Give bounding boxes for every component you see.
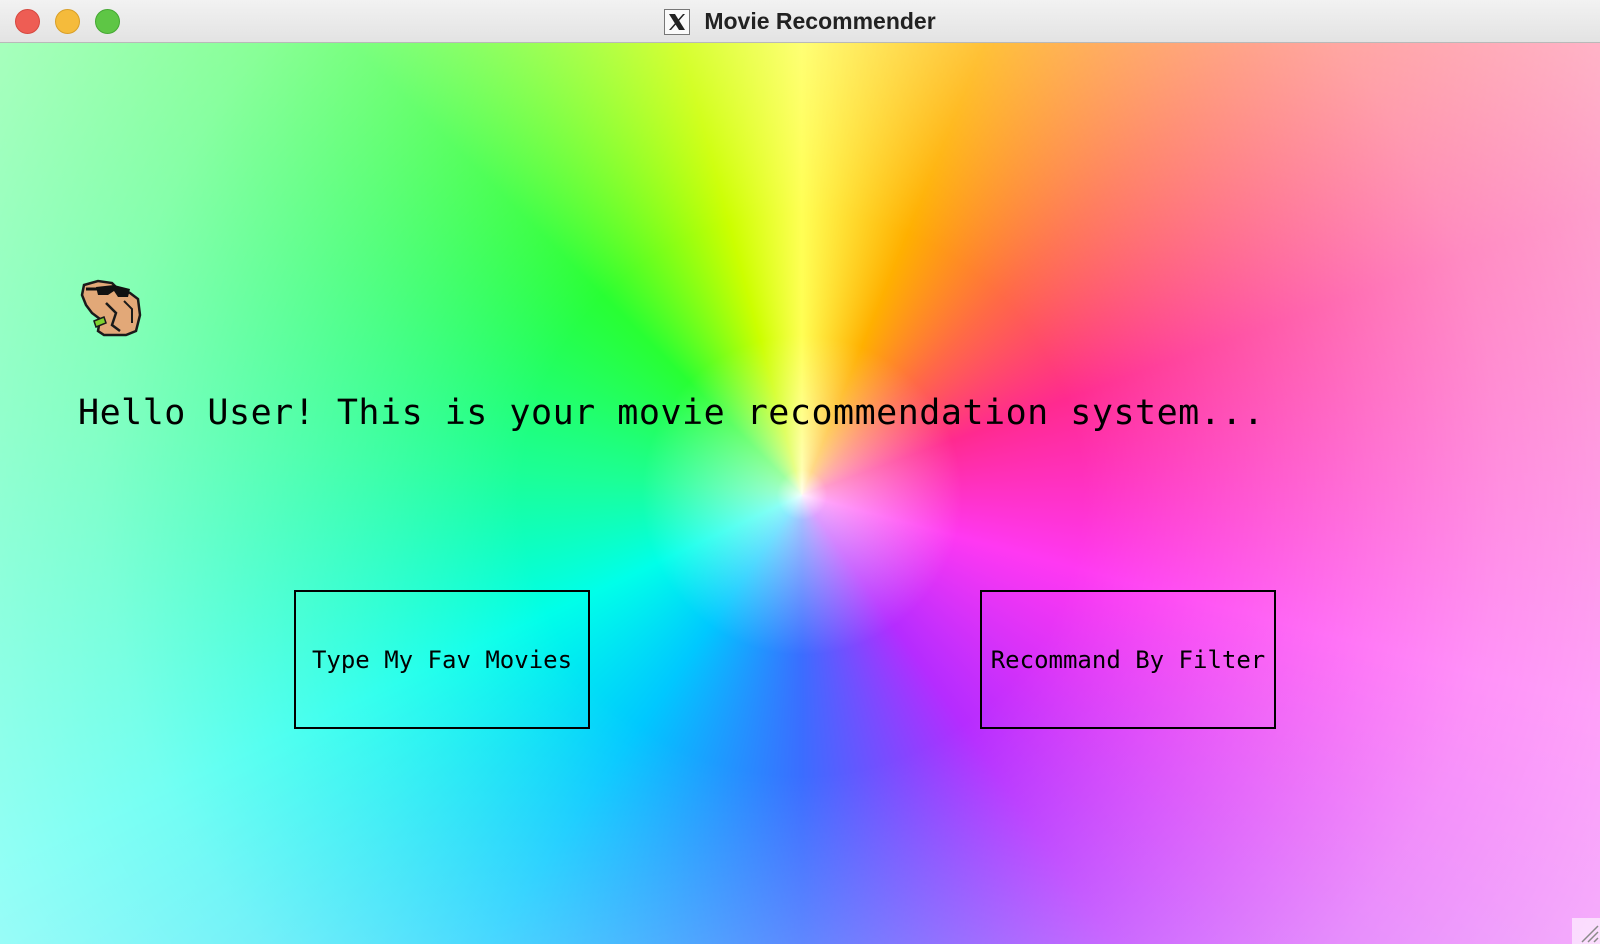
app-window: Movie Recommender Hello User! This is yo… (0, 0, 1600, 944)
recommend-by-filter-label: Recommand By Filter (990, 645, 1266, 674)
window-title-group: Movie Recommender (0, 0, 1600, 43)
recommend-by-filter-button[interactable]: Recommand By Filter (980, 590, 1276, 729)
greeting-text: Hello User! This is your movie recommend… (78, 393, 1265, 433)
window-title: Movie Recommender (704, 8, 936, 34)
resize-grip-icon[interactable] (1572, 918, 1600, 944)
x11-icon (664, 8, 691, 35)
main-canvas: Hello User! This is your movie recommend… (0, 43, 1600, 944)
type-fav-movies-button[interactable]: Type My Fav Movies (294, 590, 590, 729)
title-bar[interactable]: Movie Recommender (0, 0, 1600, 43)
type-fav-movies-label: Type My Fav Movies (311, 645, 573, 674)
camel-sunglasses-icon (78, 275, 144, 341)
